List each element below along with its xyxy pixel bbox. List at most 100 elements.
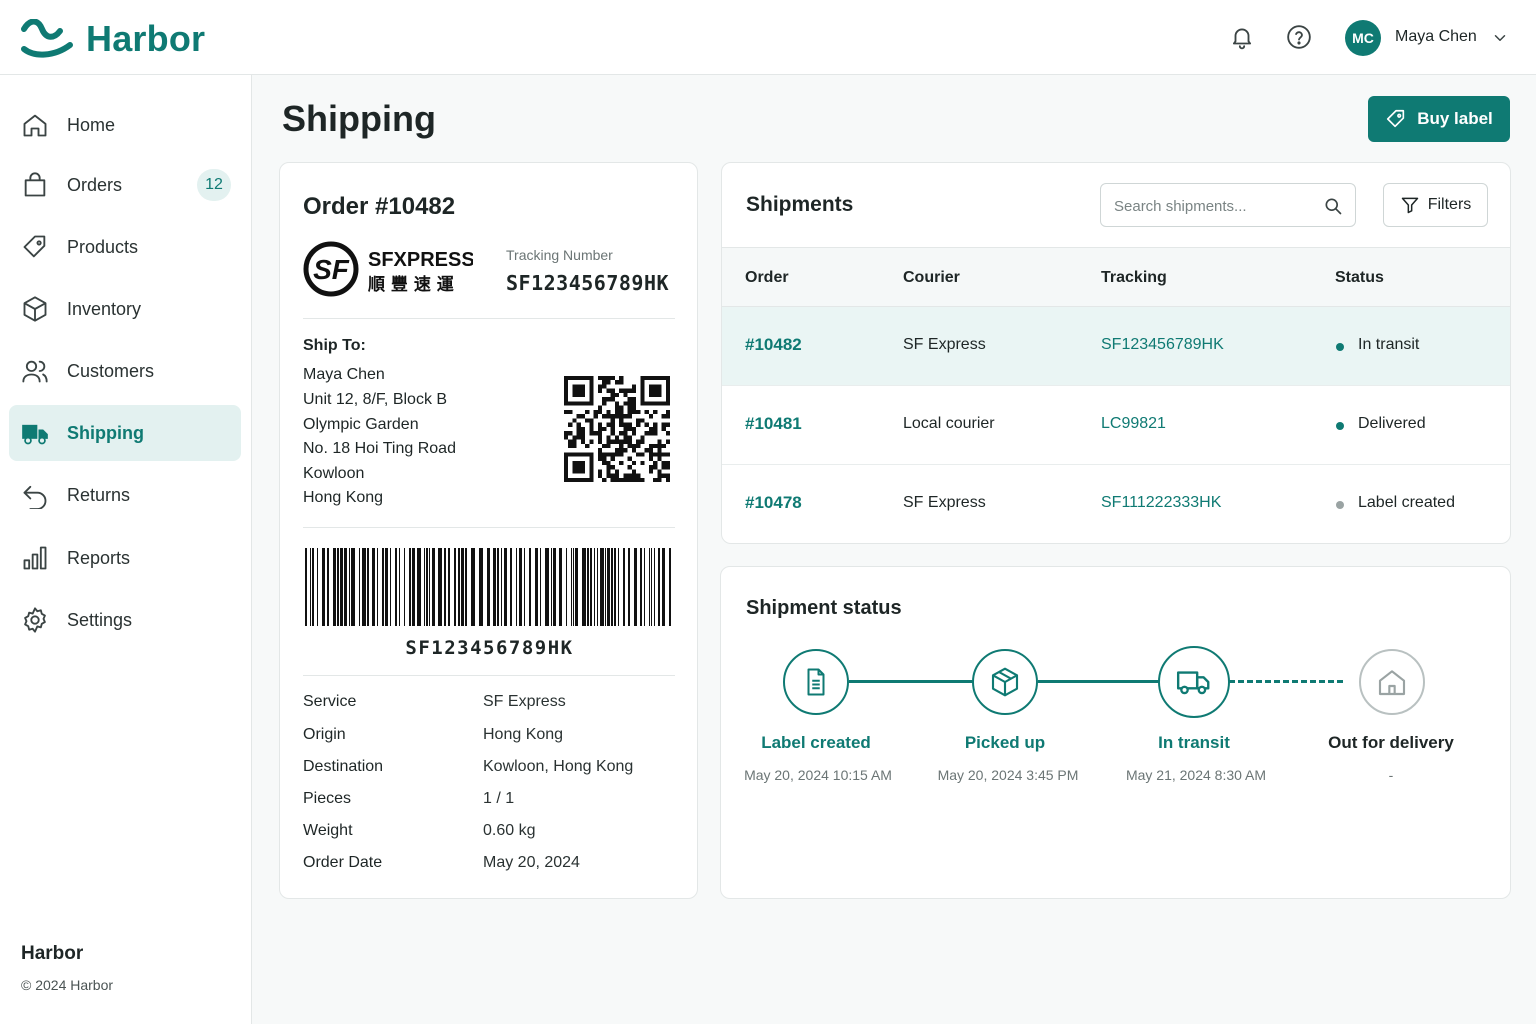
status-dot <box>1336 501 1344 509</box>
truck-icon <box>1176 671 1210 695</box>
order-link[interactable]: #10478 <box>745 493 802 513</box>
status-dot <box>1336 422 1344 430</box>
order-label-card: Order #10482 SF SFXPRESS 順 豐 速 運 Trackin… <box>279 162 698 899</box>
column-header-status[interactable]: Status <box>1335 269 1384 287</box>
sidebar-item-settings[interactable]: Settings <box>9 592 241 648</box>
top-bar: Harbor MC Maya Chen <box>0 0 1536 75</box>
order-title: Order #10482 <box>303 193 456 220</box>
sidebar-item-reports[interactable]: Reports <box>9 530 241 586</box>
logo[interactable]: Harbor <box>20 18 205 60</box>
svg-text:SF: SF <box>313 254 350 285</box>
table-row[interactable]: #10481 Local courier LC99821 Delivered <box>722 386 1510 465</box>
step-date: May 21, 2024 8:30 AM <box>1125 767 1267 783</box>
detail-value-order-date: May 20, 2024 <box>483 854 580 871</box>
filters-button[interactable]: Filters <box>1383 183 1488 227</box>
sf-logo-chinese: 順 豐 速 運 <box>368 274 454 295</box>
sidebar-footer-title: Harbor <box>21 943 84 964</box>
column-header-order[interactable]: Order <box>745 269 789 287</box>
tracking-link[interactable]: SF111222333HK <box>1101 494 1221 512</box>
step-label: Label created <box>761 733 871 752</box>
search-input[interactable] <box>1114 195 1314 217</box>
address-line: Kowloon <box>303 465 365 482</box>
avatar[interactable]: MC <box>1345 20 1381 56</box>
sidebar-item-label: Inventory <box>67 299 142 319</box>
box-icon <box>23 296 47 322</box>
detail-label-destination: Destination <box>303 758 384 775</box>
sidebar-item-label: Products <box>67 237 139 257</box>
qr-code <box>564 376 670 482</box>
sidebar-item-customers[interactable]: Customers <box>9 343 241 399</box>
status-text: Delivered <box>1358 415 1426 432</box>
user-name[interactable]: Maya Chen <box>1395 28 1477 46</box>
address-line: Hong Kong <box>303 489 384 506</box>
table-header: Order Courier Tracking Status <box>722 247 1510 307</box>
step-out-for-delivery <box>1359 649 1425 715</box>
step-date: May 20, 2024 10:15 AM <box>744 767 892 783</box>
step-date: May 20, 2024 3:45 PM <box>937 767 1079 783</box>
table-row[interactable]: #10482 SF Express SF123456789HK In trans… <box>722 307 1510 386</box>
step-picked-up <box>972 649 1038 715</box>
sidebar-item-label: Customers <box>67 361 155 381</box>
sidebar-item-label: Home <box>67 115 116 135</box>
sf-express-logo: SF SFXPRESS 順 豐 速 運 <box>303 241 473 297</box>
sidebar-item-label: Shipping <box>67 423 144 443</box>
courier-cell: SF Express <box>903 336 986 353</box>
detail-label-origin: Origin <box>303 726 346 743</box>
sidebar-item-home[interactable]: Home <box>9 97 241 153</box>
divider <box>303 527 675 528</box>
column-header-courier[interactable]: Courier <box>903 269 960 287</box>
sidebar-item-returns[interactable]: Returns <box>9 467 241 523</box>
search-box[interactable] <box>1100 183 1356 227</box>
sidebar-footer-copyright: © 2024 Harbor <box>21 977 114 993</box>
sidebar: Home Orders 12 Products Inventory Custom… <box>0 75 252 1024</box>
tracking-link[interactable]: LC99821 <box>1101 415 1166 433</box>
buy-label-button[interactable]: Buy label <box>1368 96 1510 142</box>
shipments-title: Shipments <box>746 193 854 216</box>
orders-count-badge: 12 <box>197 169 231 201</box>
shipment-status-title: Shipment status <box>746 597 902 619</box>
page-title: Shipping <box>282 98 436 139</box>
order-link[interactable]: #10481 <box>745 414 802 434</box>
barcode <box>305 548 671 626</box>
step-label: Picked up <box>964 733 1046 752</box>
order-link[interactable]: #10482 <box>745 335 802 355</box>
bar-chart-icon <box>23 546 47 570</box>
wave-logo-icon <box>21 19 73 58</box>
chevron-down-icon[interactable] <box>1491 29 1509 47</box>
tracking-link[interactable]: SF123456789HK <box>1101 336 1224 354</box>
shipment-status-card: Shipment status Label created May 20, 20… <box>720 566 1511 899</box>
package-icon <box>991 667 1019 697</box>
detail-label-weight: Weight <box>303 822 353 839</box>
sf-logo-name: SFXPRESS <box>368 249 473 271</box>
sidebar-item-label: Orders <box>67 175 123 195</box>
divider <box>303 675 675 676</box>
status-text: In transit <box>1358 336 1420 353</box>
barcode-text: SF123456789HK <box>405 637 574 659</box>
sidebar-item-inventory[interactable]: Inventory <box>9 281 241 337</box>
tracking-number-value[interactable]: SF123456789HK <box>506 271 669 295</box>
filters-label: Filters <box>1427 196 1472 213</box>
document-icon <box>807 668 825 696</box>
home-icon <box>23 114 47 137</box>
progress-line <box>849 680 973 683</box>
bag-icon <box>24 172 46 197</box>
sidebar-item-orders[interactable]: Orders 12 <box>9 157 241 213</box>
sidebar-item-shipping[interactable]: Shipping <box>9 405 241 461</box>
table-row[interactable]: #10478 SF Express SF111222333HK Label cr… <box>722 465 1510 543</box>
sidebar-item-products[interactable]: Products <box>9 219 241 275</box>
address-line: No. 18 Hoi Ting Road <box>303 440 456 457</box>
shipments-card: Shipments Filters Order Courier Tracking… <box>721 162 1511 544</box>
courier-cell: SF Express <box>903 494 986 511</box>
filter-icon <box>1401 197 1418 214</box>
column-header-tracking[interactable]: Tracking <box>1101 269 1167 287</box>
bell-icon[interactable] <box>1229 24 1255 50</box>
ship-to-label: Ship To: <box>303 337 366 354</box>
progress-line <box>1038 680 1162 683</box>
search-icon[interactable] <box>1323 196 1343 216</box>
help-icon[interactable] <box>1286 24 1312 50</box>
detail-value-pieces: 1 / 1 <box>483 790 515 807</box>
gear-icon <box>24 607 46 633</box>
divider <box>303 318 675 319</box>
detail-value-service: SF Express <box>483 693 566 710</box>
step-date: - <box>1388 767 1394 783</box>
